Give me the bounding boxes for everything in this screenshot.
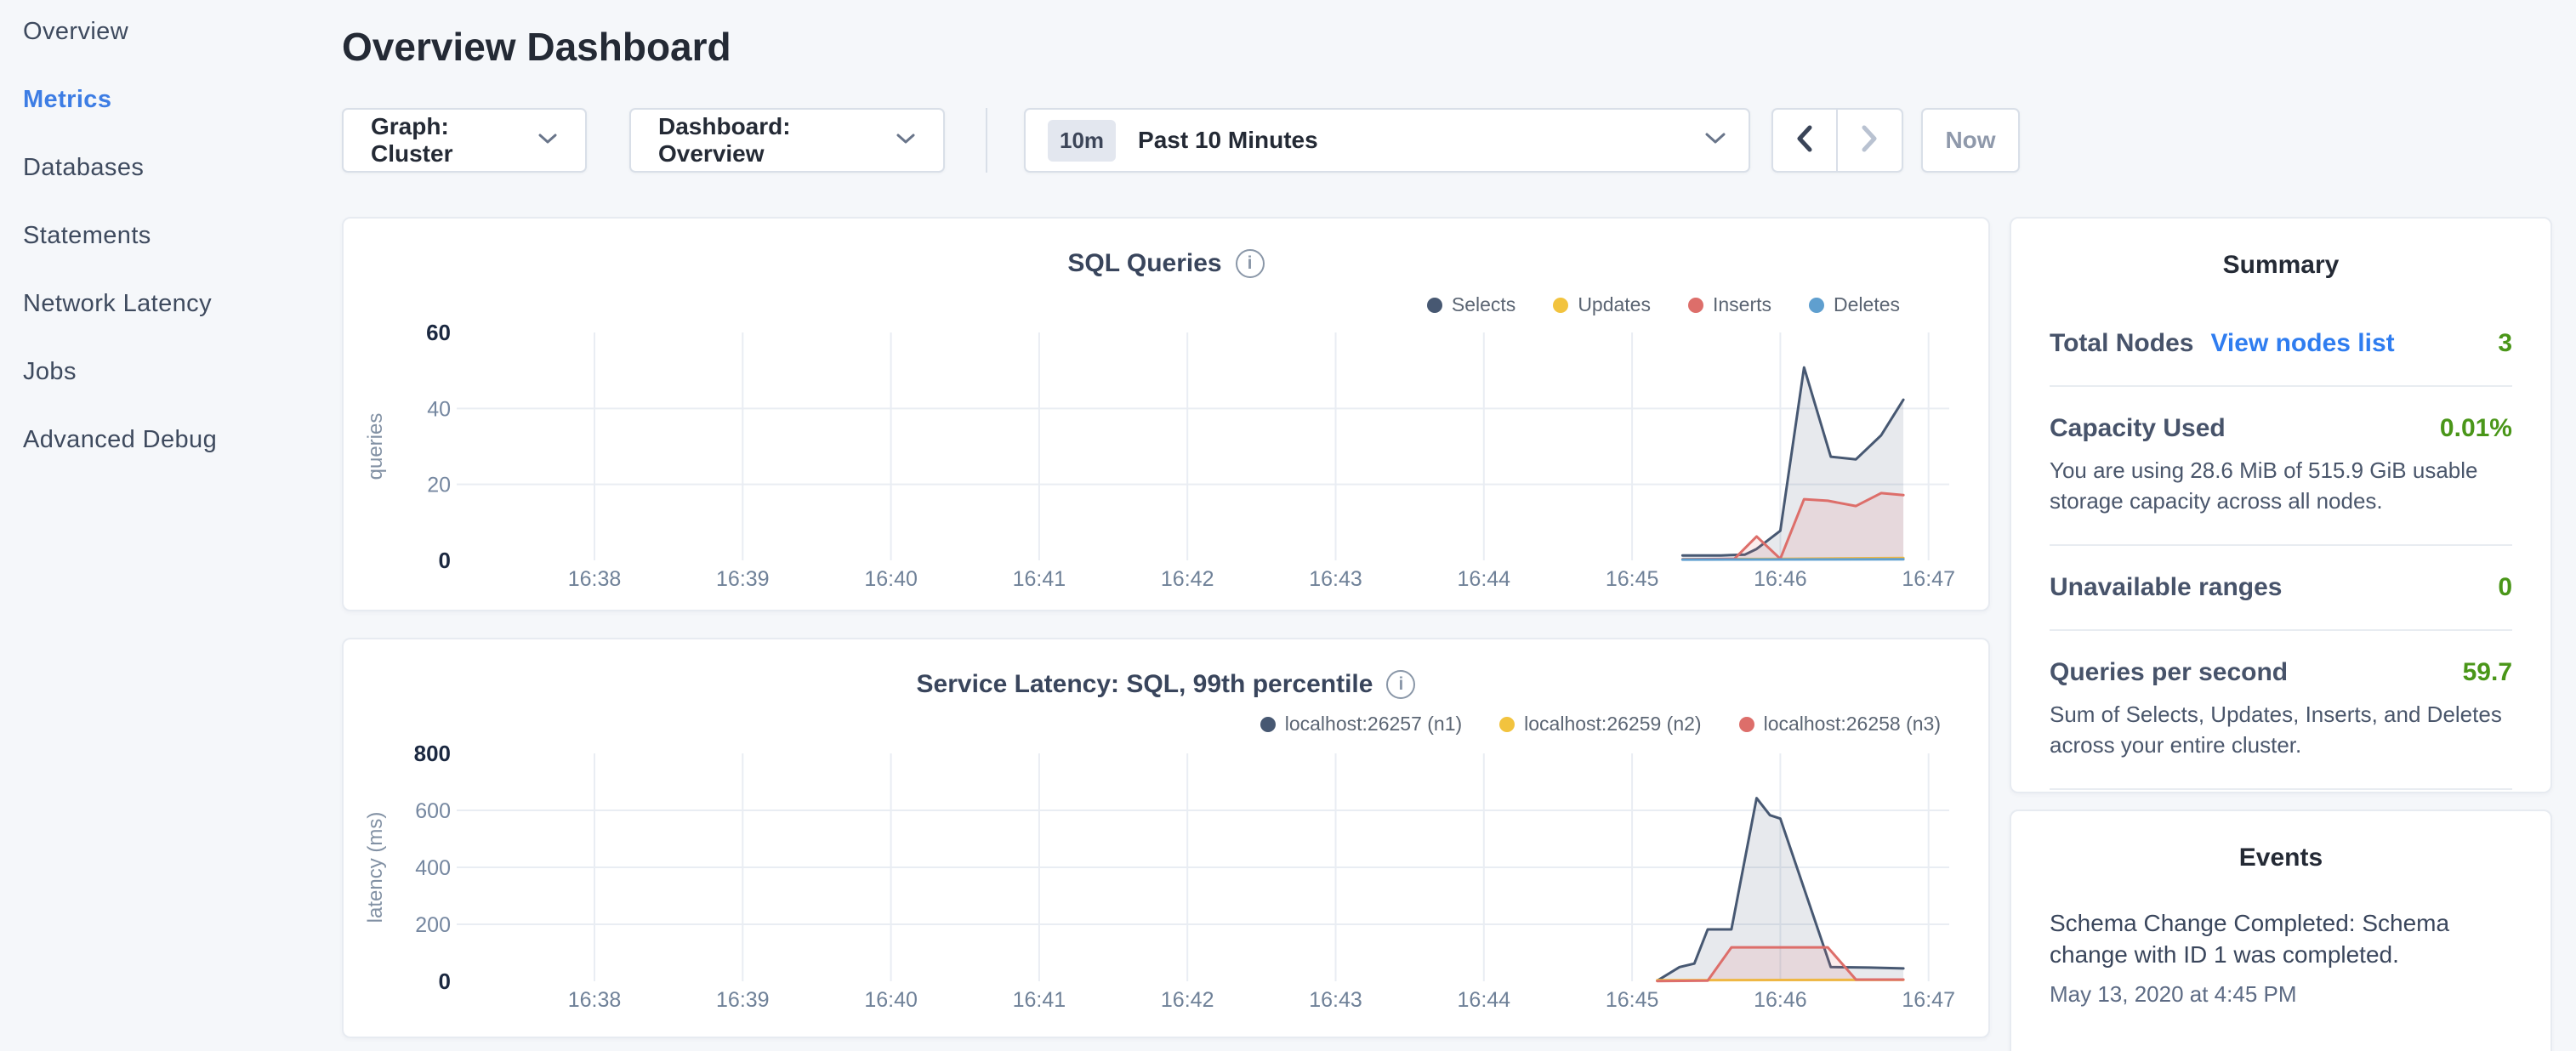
prev-time-button[interactable]	[1773, 110, 1838, 171]
divider	[2050, 544, 2512, 546]
sidebar-item-statements[interactable]: Statements	[0, 202, 342, 270]
chevron-left-icon	[1795, 124, 1814, 157]
svg-text:60: 60	[426, 320, 451, 345]
svg-text:200: 200	[415, 913, 451, 937]
unavailable-ranges-label: Unavailable ranges	[2050, 573, 2282, 602]
next-time-button[interactable]	[1838, 110, 1902, 171]
total-nodes-value: 3	[2498, 329, 2512, 358]
svg-text:16:46: 16:46	[1754, 567, 1807, 591]
sql-queries-chart-card: SQL Queries i SelectsUpdatesInsertsDelet…	[342, 217, 1990, 611]
sidebar-item-overview[interactable]: Overview	[0, 0, 342, 65]
queries-per-second-description: Sum of Selects, Updates, Inserts, and De…	[2050, 699, 2512, 761]
svg-text:16:45: 16:45	[1606, 988, 1659, 1012]
svg-text:600: 600	[415, 799, 451, 823]
svg-text:16:46: 16:46	[1754, 988, 1807, 1012]
total-nodes-label: Total Nodes	[2050, 329, 2193, 358]
sidebar-item-metrics[interactable]: Metrics	[0, 65, 342, 134]
svg-text:16:42: 16:42	[1161, 567, 1214, 591]
divider	[2050, 629, 2512, 631]
view-nodes-list-link[interactable]: View nodes list	[2210, 329, 2394, 358]
divider	[2050, 788, 2512, 790]
svg-text:20: 20	[427, 474, 451, 497]
now-button-label: Now	[1945, 127, 1995, 154]
page-title: Overview Dashboard	[342, 24, 731, 70]
controls-row: Graph: Cluster Dashboard: Overview 10m P…	[342, 108, 2020, 173]
svg-text:16:40: 16:40	[864, 567, 918, 591]
time-window-badge: 10m	[1048, 120, 1116, 162]
summary-panel: Summary Total Nodes View nodes list 3 Ca…	[2010, 217, 2552, 793]
sidebar-item-jobs[interactable]: Jobs	[0, 338, 342, 406]
svg-text:40: 40	[427, 397, 451, 421]
svg-text:16:40: 16:40	[864, 988, 918, 1012]
svg-text:16:47: 16:47	[1902, 567, 1955, 591]
dashboard-dropdown[interactable]: Dashboard: Overview	[629, 108, 945, 173]
sidebar-item-databases[interactable]: Databases	[0, 134, 342, 202]
svg-text:16:42: 16:42	[1161, 988, 1214, 1012]
time-range-selector[interactable]: 10m Past 10 Minutes	[1024, 108, 1750, 173]
svg-text:16:44: 16:44	[1458, 988, 1511, 1012]
db-console-page: Overview Metrics Databases Statements Ne…	[0, 0, 2576, 1051]
chevron-down-icon	[896, 133, 916, 149]
svg-text:16:45: 16:45	[1606, 567, 1659, 591]
svg-text:0: 0	[439, 969, 451, 994]
summary-row-qps: Queries per second 59.7	[2050, 658, 2512, 687]
summary-row-capacity: Capacity Used 0.01%	[2050, 414, 2512, 443]
svg-text:16:39: 16:39	[716, 988, 770, 1012]
svg-text:16:43: 16:43	[1309, 988, 1362, 1012]
time-step-buttons	[1771, 108, 1903, 173]
svg-text:16:43: 16:43	[1309, 567, 1362, 591]
events-title: Events	[2050, 844, 2512, 872]
svg-text:16:39: 16:39	[716, 567, 770, 591]
sidebar-item-advanced-debug[interactable]: Advanced Debug	[0, 406, 342, 474]
graph-dropdown-label: Graph: Cluster	[371, 113, 520, 168]
sidebar-item-network-latency[interactable]: Network Latency	[0, 270, 342, 338]
svg-text:16:41: 16:41	[1013, 988, 1066, 1012]
dashboard-dropdown-label: Dashboard: Overview	[658, 113, 879, 168]
svg-text:16:41: 16:41	[1013, 567, 1066, 591]
summary-title: Summary	[2050, 251, 2512, 280]
svg-text:latency (ms): latency (ms)	[364, 812, 387, 923]
queries-per-second-value: 59.7	[2463, 658, 2512, 687]
capacity-used-description: You are using 28.6 MiB of 515.9 GiB usab…	[2050, 455, 2512, 517]
unavailable-ranges-value: 0	[2498, 573, 2512, 602]
chevron-right-icon	[1860, 124, 1879, 157]
svg-text:400: 400	[415, 856, 451, 880]
service-latency-chart-plot[interactable]: 16:38 16:39 16:40 16:41 16:42 16:43 16:44 16:45…	[344, 639, 1992, 1040]
svg-text:queries: queries	[364, 413, 387, 480]
svg-text:16:38: 16:38	[568, 988, 622, 1012]
svg-text:0: 0	[439, 548, 451, 573]
summary-row-total-nodes: Total Nodes View nodes list 3	[2050, 329, 2512, 358]
now-button[interactable]: Now	[1921, 108, 2020, 173]
controls-divider	[986, 108, 987, 173]
sidebar-nav: Overview Metrics Databases Statements Ne…	[0, 0, 342, 474]
service-latency-chart-card: Service Latency: SQL, 99th percentile i …	[342, 638, 1990, 1038]
svg-text:16:38: 16:38	[568, 567, 622, 591]
svg-text:16:44: 16:44	[1458, 567, 1511, 591]
svg-text:16:47: 16:47	[1902, 988, 1955, 1012]
capacity-used-label: Capacity Used	[2050, 414, 2226, 443]
time-window-label: Past 10 Minutes	[1138, 127, 1318, 154]
svg-text:800: 800	[414, 741, 451, 766]
divider	[2050, 385, 2512, 387]
sql-queries-chart-plot[interactable]: 16:38 16:39 16:40 16:41 16:42 16:43 16:44 16:45…	[344, 219, 1992, 613]
graph-dropdown[interactable]: Graph: Cluster	[342, 108, 587, 173]
event-message[interactable]: Schema Change Completed: Schema change w…	[2050, 908, 2512, 971]
chevron-down-icon	[537, 133, 558, 149]
event-timestamp: May 13, 2020 at 4:45 PM	[2050, 981, 2512, 1008]
summary-row-unavailable: Unavailable ranges 0	[2050, 573, 2512, 602]
chevron-down-icon	[1704, 132, 1726, 149]
queries-per-second-label: Queries per second	[2050, 658, 2288, 687]
capacity-used-value: 0.01%	[2440, 414, 2512, 443]
events-panel: Events Schema Change Completed: Schema c…	[2010, 810, 2552, 1051]
